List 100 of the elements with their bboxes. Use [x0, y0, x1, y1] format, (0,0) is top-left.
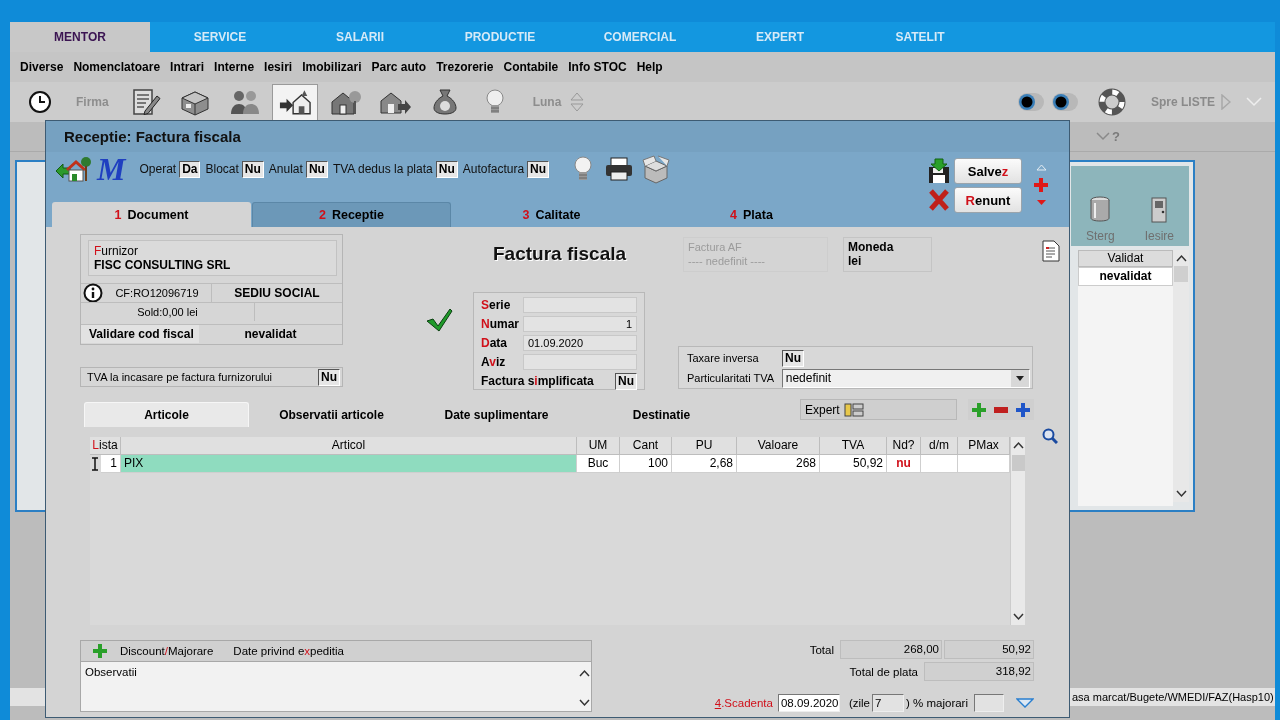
input-field[interactable]: 1 — [523, 316, 637, 332]
input-field[interactable] — [523, 354, 637, 370]
supplier-field[interactable]: Furnizor FISC CONSULTING SRL — [88, 240, 337, 276]
date-field[interactable]: 08.09.2020 — [777, 693, 840, 712]
status-text: asa marcat/Bugete/WMEDI/FAZ(Hasp10) — [1072, 691, 1274, 703]
column-header[interactable]: UM — [577, 437, 620, 455]
input-field[interactable] — [523, 297, 637, 313]
scroll-up-icon[interactable] — [1175, 254, 1187, 262]
column-header[interactable]: Validat — [1078, 250, 1173, 267]
tab[interactable]: Date suplimentare — [414, 402, 579, 427]
column-header[interactable]: PU — [672, 437, 737, 455]
input-field[interactable]: 01.09.2020 — [523, 335, 637, 351]
panel-tab[interactable]: Date privind expeditia — [233, 645, 344, 657]
table-cell — [958, 455, 1010, 473]
tab[interactable]: Destinatie — [579, 402, 744, 427]
column-header[interactable]: TVA — [820, 437, 887, 455]
flag-label: TVA dedus la plata — [332, 162, 433, 176]
toggle-icon[interactable] — [1051, 91, 1079, 113]
column-header[interactable]: Articol — [121, 437, 577, 455]
column-header[interactable]: Lista — [90, 437, 121, 455]
flag-value[interactable]: Nu — [241, 160, 264, 178]
flag-value[interactable]: Nu — [615, 372, 637, 390]
menu-item[interactable]: Info STOC — [568, 60, 627, 74]
module-tab[interactable]: MENTOR — [10, 22, 150, 52]
total-field: 318,92 — [924, 662, 1034, 681]
scroll-up-icon[interactable] — [578, 669, 590, 677]
menu-item[interactable]: Intrari — [170, 60, 205, 74]
printer-icon[interactable] — [605, 157, 634, 181]
save-button[interactable]: Salvez — [954, 158, 1022, 184]
scroll-up-icon[interactable] — [1012, 441, 1024, 449]
scroll-down-icon[interactable] — [1012, 613, 1024, 621]
menu-item[interactable]: Contabile — [503, 60, 559, 74]
trash-can-icon[interactable] — [1089, 195, 1112, 223]
table-cell: nevalidat — [1078, 267, 1173, 286]
expert-button[interactable]: Expert — [800, 399, 957, 420]
menu-item[interactable]: Trezorerie — [436, 60, 494, 74]
flag-value[interactable]: Nu — [435, 160, 458, 178]
notes-field[interactable]: Observatii — [81, 662, 591, 711]
cancel-button[interactable]: Renunt — [954, 187, 1022, 213]
scroll-down-icon[interactable] — [578, 699, 590, 707]
search-icon[interactable] — [1042, 428, 1058, 444]
field-label: Data — [481, 336, 507, 350]
document-icon[interactable] — [1042, 240, 1060, 262]
menu-item[interactable]: Nomenclatoare — [73, 60, 161, 74]
menu-item[interactable]: Parc auto — [371, 60, 427, 74]
tab[interactable]: Articole — [84, 402, 249, 427]
box-icon[interactable] — [641, 154, 672, 184]
column-header[interactable]: Valoare — [737, 437, 820, 455]
tab[interactable]: 1 Document — [52, 202, 251, 227]
house-arrow-icon[interactable] — [55, 154, 91, 184]
menu-item[interactable]: Help — [636, 60, 663, 74]
tab[interactable]: Observatii articole — [249, 402, 414, 427]
logo: M — [97, 155, 126, 183]
scrollbar[interactable] — [1010, 437, 1025, 625]
field-label: Numar — [481, 317, 519, 331]
flag-value[interactable]: Nu — [527, 160, 550, 178]
flag-label: Operat — [139, 162, 177, 176]
scroll-thumb[interactable] — [1174, 266, 1188, 282]
document-title: Factura fiscala — [493, 243, 627, 265]
column-header[interactable]: Nd? — [887, 437, 921, 455]
tab[interactable]: 2 Receptie — [252, 202, 451, 227]
due-date-link[interactable]: 4.Scadenta — [714, 696, 773, 709]
field-label: Moneda — [848, 240, 894, 254]
address-type: SEDIU SOCIAL — [211, 284, 342, 302]
chevron-down-icon[interactable] — [1016, 697, 1034, 708]
scroll-thumb[interactable] — [1011, 455, 1025, 471]
table-cell: 1 — [101, 455, 121, 473]
flag-value[interactable]: Nu — [782, 349, 804, 367]
panel-tab[interactable]: Discount/Majorare — [120, 645, 214, 657]
flag-value[interactable]: Nu — [318, 368, 340, 386]
window-title: Receptie: Factura fiscala — [64, 128, 241, 145]
light-bulb-icon[interactable] — [573, 156, 594, 182]
total-label: Total de plata — [849, 665, 918, 678]
dropdown[interactable]: nedefinit — [781, 368, 1030, 388]
lifebuoy-icon[interactable] — [1098, 88, 1126, 116]
field-label: Aviz — [481, 355, 506, 369]
table-cell: PIX — [121, 455, 577, 473]
column-header[interactable]: PMax — [958, 437, 1010, 455]
tab[interactable]: 3 Calitate — [452, 202, 651, 227]
menu-item[interactable]: Imobilizari — [302, 60, 362, 74]
toggle-icon[interactable] — [1017, 91, 1045, 113]
door-icon[interactable] — [1150, 197, 1169, 223]
tab[interactable]: 4 Plata — [652, 202, 851, 227]
floppy-save-icon[interactable] — [927, 158, 951, 184]
column-header[interactable]: d/m — [921, 437, 958, 455]
menu-item[interactable]: Iesiri — [264, 60, 293, 74]
days-field[interactable]: 7 — [872, 693, 904, 712]
column-header[interactable]: Cant — [620, 437, 672, 455]
menu-item[interactable]: Interne — [214, 60, 255, 74]
menu-item[interactable]: Diverse — [20, 60, 64, 74]
scrollbar[interactable] — [1173, 250, 1189, 502]
info-icon[interactable] — [83, 283, 103, 303]
scroll-down-icon[interactable] — [1175, 490, 1187, 498]
clock-icon[interactable] — [28, 90, 52, 114]
flag-value[interactable]: Nu — [305, 160, 328, 178]
flag-value[interactable]: Da — [179, 160, 201, 178]
table-cell: 100 — [620, 455, 672, 473]
penalty-field[interactable] — [974, 693, 1004, 712]
field-label: Particularitati TVA — [687, 372, 775, 384]
flag-label: Autofactura — [462, 162, 525, 176]
